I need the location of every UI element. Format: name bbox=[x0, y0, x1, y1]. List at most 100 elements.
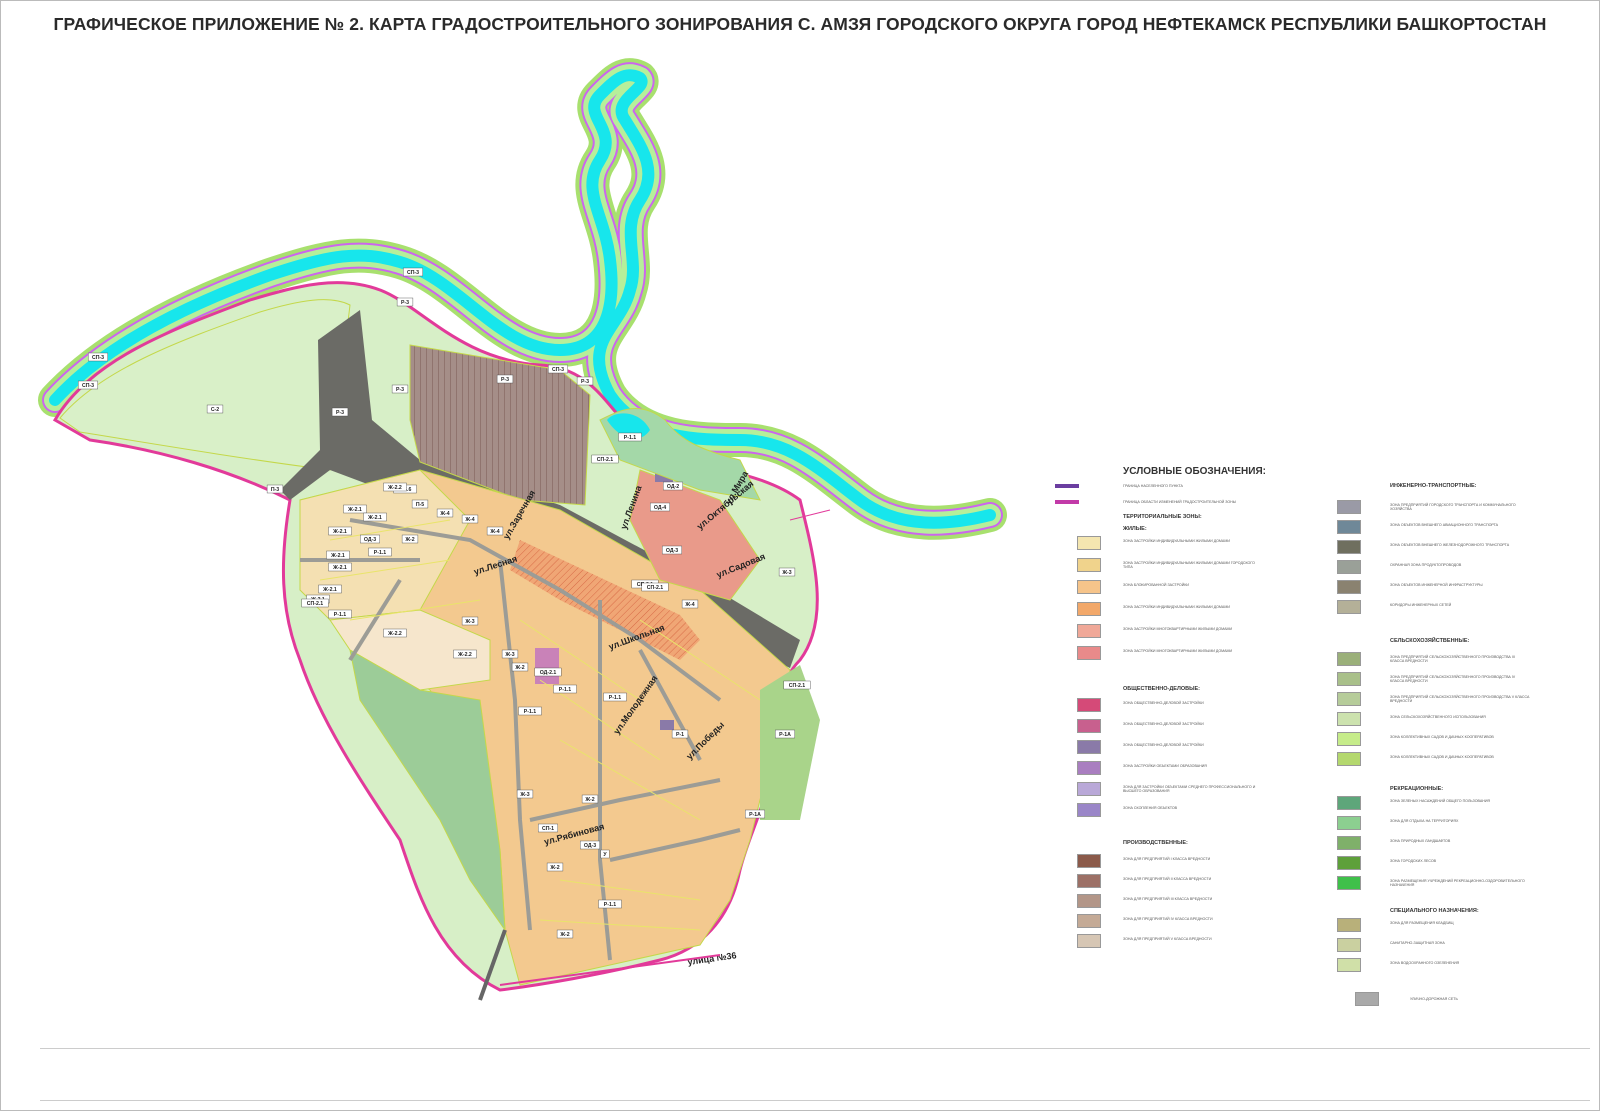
legend-agricultural-swatch bbox=[1337, 732, 1361, 746]
legend-public-text: ЗОНА ОБЩЕСТВЕННО-ДЕЛОВОЙ ЗАСТРОЙКИ bbox=[1123, 701, 1204, 705]
svg-text:Ж-2.1: Ж-2.1 bbox=[347, 507, 362, 513]
legend-residential-swatch bbox=[1077, 646, 1101, 660]
svg-text:Р-1.1: Р-1.1 bbox=[524, 709, 537, 715]
svg-text:Ж-2: Ж-2 bbox=[404, 537, 414, 543]
legend-residential-swatch bbox=[1077, 580, 1101, 594]
svg-text:Р-3: Р-3 bbox=[401, 300, 409, 306]
zone-label: ОД-2 bbox=[663, 481, 683, 491]
svg-text:СП-2.1: СП-2.1 bbox=[789, 683, 806, 689]
zone-label: Р-3 bbox=[496, 374, 514, 384]
legend-section-recreational: РЕКРЕАЦИОННЫЕ: bbox=[1390, 786, 1444, 792]
legend-residential-text: ЗОНА ЗАСТРОЙКИ ИНДИВИДУАЛЬНЫМИ ЖИЛЫМИ ДО… bbox=[1123, 561, 1255, 570]
legend-special-swatch bbox=[1337, 938, 1361, 952]
svg-text:СП-3: СП-3 bbox=[552, 367, 564, 373]
legend-swatch-boundary bbox=[1055, 484, 1079, 488]
svg-text:Р-1А: Р-1А bbox=[749, 812, 761, 818]
zone-label: Ж-3 bbox=[501, 649, 519, 659]
legend-engineering-text: ЗОНА ОБЪЕКТОВ ВНЕШНЕГО ЖЕЛЕЗНОДОРОЖНОГО … bbox=[1390, 543, 1510, 547]
legend-heading: УСЛОВНЫЕ ОБОЗНАЧЕНИЯ: bbox=[1123, 466, 1266, 477]
legend-public-text: ЗОНА ДЛЯ ЗАСТРОЙКИ ОБЪЕКТАМИ СРЕДНЕГО ПР… bbox=[1123, 785, 1256, 794]
svg-text:Ж-2.2: Ж-2.2 bbox=[387, 485, 402, 491]
svg-text:Ж-4: Ж-4 bbox=[684, 602, 694, 608]
legend-recreational-text: ЗОНА ЗЕЛЕНЫХ НАСАЖДЕНИЙ ОБЩЕГО ПОЛЬЗОВАН… bbox=[1390, 799, 1490, 803]
legend-recreational-text: ЗОНА ПРИРОДНЫХ ЛАНДШАФТОВ bbox=[1390, 839, 1451, 843]
zone-label: Р-3 bbox=[331, 407, 349, 417]
zone-label: Ж-2.2 bbox=[383, 628, 407, 638]
svg-text:Ж-3: Ж-3 bbox=[504, 652, 514, 658]
legend-special-swatch bbox=[1337, 958, 1361, 972]
legend-engineering-text: ЗОНА ПРЕДПРИЯТИЙ ГОРОДСКОГО ТРАНСПОРТА И… bbox=[1390, 503, 1516, 512]
svg-text:Ж-2.2: Ж-2.2 bbox=[387, 631, 402, 637]
legend-special-text: САНИТАРНО-ЗАЩИТНАЯ ЗОНА bbox=[1390, 941, 1445, 945]
legend-swatch-road bbox=[1355, 992, 1379, 1006]
legend-industrial-swatch bbox=[1077, 914, 1101, 928]
legend-public-swatch bbox=[1077, 719, 1101, 733]
svg-text:Р-1.1: Р-1.1 bbox=[334, 612, 347, 618]
legend-section-residential: ЖИЛЫЕ: bbox=[1123, 526, 1147, 532]
zone-label: Ж-4 bbox=[486, 526, 504, 536]
svg-text:Ж-2.1: Ж-2.1 bbox=[332, 529, 347, 535]
zone-label: Ж-2.1 bbox=[363, 512, 387, 522]
svg-text:Ж-4: Ж-4 bbox=[489, 529, 499, 535]
zone-label: Ж-2.1 bbox=[318, 584, 342, 594]
svg-text:Ж-2.1: Ж-2.1 bbox=[367, 515, 382, 521]
zone-label: Р-3 bbox=[396, 297, 414, 307]
legend-section-special: СПЕЦИАЛЬНОГО НАЗНАЧЕНИЯ: bbox=[1390, 908, 1479, 914]
legend-text-change-area: ГРАНИЦА ОБЛАСТИ ИЗМЕНЕНИЙ ГРАДОСТРОИТЕЛЬ… bbox=[1123, 500, 1236, 504]
svg-text:ОД-4: ОД-4 bbox=[654, 505, 666, 511]
svg-text:С-2: С-2 bbox=[211, 407, 219, 413]
legend-engineering-swatch bbox=[1337, 560, 1361, 574]
zone-label: Р-1А bbox=[775, 729, 795, 739]
legend-recreational-swatch bbox=[1337, 836, 1361, 850]
legend-recreational-text: ЗОНА ДЛЯ ОТДЫХА НА ТЕРРИТОРИЯХ bbox=[1390, 819, 1459, 823]
legend-residential-text: ЗОНА ЗАСТРОЙКИ ИНДИВИДУАЛЬНЫМИ ЖИЛЫМИ ДО… bbox=[1123, 539, 1230, 543]
legend-residential-text: ЗОНА ЗАСТРОЙКИ ИНДИВИДУАЛЬНЫМИ ЖИЛЫМИ ДО… bbox=[1123, 605, 1230, 609]
legend-agricultural-text: ЗОНА ПРЕДПРИЯТИЙ СЕЛЬСКОХОЗЯЙСТВЕННОГО П… bbox=[1390, 675, 1516, 684]
zone-label: ОД-3 bbox=[360, 534, 380, 544]
legend-engineering-text: ЗОНА ОБЪЕКТОВ ИНЖЕНЕРНОЙ ИНФРАСТРУКТУРЫ bbox=[1390, 583, 1483, 587]
legend-agricultural-swatch bbox=[1337, 752, 1361, 766]
legend-industrial-swatch bbox=[1077, 894, 1101, 908]
legend-section-industrial: ПРОИЗВОДСТВЕННЫЕ: bbox=[1123, 840, 1188, 846]
svg-text:Ж-2: Ж-2 bbox=[514, 665, 524, 671]
zone-label: У bbox=[600, 849, 610, 859]
zone-label: ОД-2.1 bbox=[534, 667, 562, 677]
svg-text:Р-1.1: Р-1.1 bbox=[604, 902, 617, 908]
legend-public-swatch bbox=[1077, 740, 1101, 754]
legend-residential-text: ЗОНА ЗАСТРОЙКИ МНОГОКВАРТИРНЫМИ ЖИЛЫМИ Д… bbox=[1123, 627, 1233, 631]
svg-text:Р-1.1: Р-1.1 bbox=[374, 550, 387, 556]
svg-text:Ж-3: Ж-3 bbox=[464, 619, 474, 625]
svg-text:П-5: П-5 bbox=[416, 502, 424, 508]
zone-label: Ж-2 bbox=[401, 534, 419, 544]
svg-text:ОД-2: ОД-2 bbox=[667, 484, 679, 490]
legend-industrial-text: ЗОНА ДЛЯ ПРЕДПРИЯТИЙ II КЛАССА ВРЕДНОСТИ bbox=[1123, 877, 1212, 881]
svg-text:Ж-2.1: Ж-2.1 bbox=[332, 565, 347, 571]
legend-industrial-swatch bbox=[1077, 874, 1101, 888]
zone-label: СП-2.1 bbox=[641, 582, 669, 592]
zone-label: Р-3 bbox=[576, 376, 594, 386]
legend-public-text: ЗОНА ЗАСТРОЙКИ ОБЪЕКТАМИ ОБРАЗОВАНИЯ bbox=[1123, 764, 1207, 768]
svg-text:Р-1А: Р-1А bbox=[779, 732, 791, 738]
legend-residential-text: ЗОНА ЗАСТРОЙКИ МНОГОКВАРТИРНЫМИ ЖИЛЫМИ Д… bbox=[1123, 649, 1233, 653]
legend-engineering-swatch bbox=[1337, 580, 1361, 594]
legend-engineering-text: ЗОНА ОБЪЕКТОВ ВНЕШНЕГО АВИАЦИОННОГО ТРАН… bbox=[1390, 523, 1499, 527]
svg-text:Р-3: Р-3 bbox=[336, 410, 344, 416]
legend-residential-swatch bbox=[1077, 558, 1101, 572]
zone-label: Ж-3 bbox=[778, 567, 796, 577]
legend-recreational-swatch bbox=[1337, 816, 1361, 830]
zone-label: Р-1.1 bbox=[603, 692, 627, 702]
svg-text:Р-1.1: Р-1.1 bbox=[609, 695, 622, 701]
legend-recreational-text: ЗОНА РАЗМЕЩЕНИЯ УЧРЕЖДЕНИЙ РЕКРЕАЦИОННО-… bbox=[1390, 879, 1525, 888]
legend-public-swatch bbox=[1077, 803, 1101, 817]
svg-text:СП-2.1: СП-2.1 bbox=[307, 601, 324, 607]
svg-text:СП-3: СП-3 bbox=[82, 383, 94, 389]
svg-text:Р-1.1: Р-1.1 bbox=[559, 687, 572, 693]
legend-text-boundary: ГРАНИЦА НАСЕЛЕННОГО ПУНКТА bbox=[1123, 484, 1183, 488]
legend-engineering-swatch bbox=[1337, 540, 1361, 554]
legend-residential-swatch bbox=[1077, 536, 1101, 550]
legend-industrial-swatch bbox=[1077, 854, 1101, 868]
zone-label: СП-2.1 bbox=[783, 680, 811, 690]
svg-text:СП-2.1: СП-2.1 bbox=[647, 585, 664, 591]
zone-label: Ж-2.1 bbox=[326, 550, 350, 560]
legend-swatch-change-area bbox=[1055, 500, 1079, 504]
